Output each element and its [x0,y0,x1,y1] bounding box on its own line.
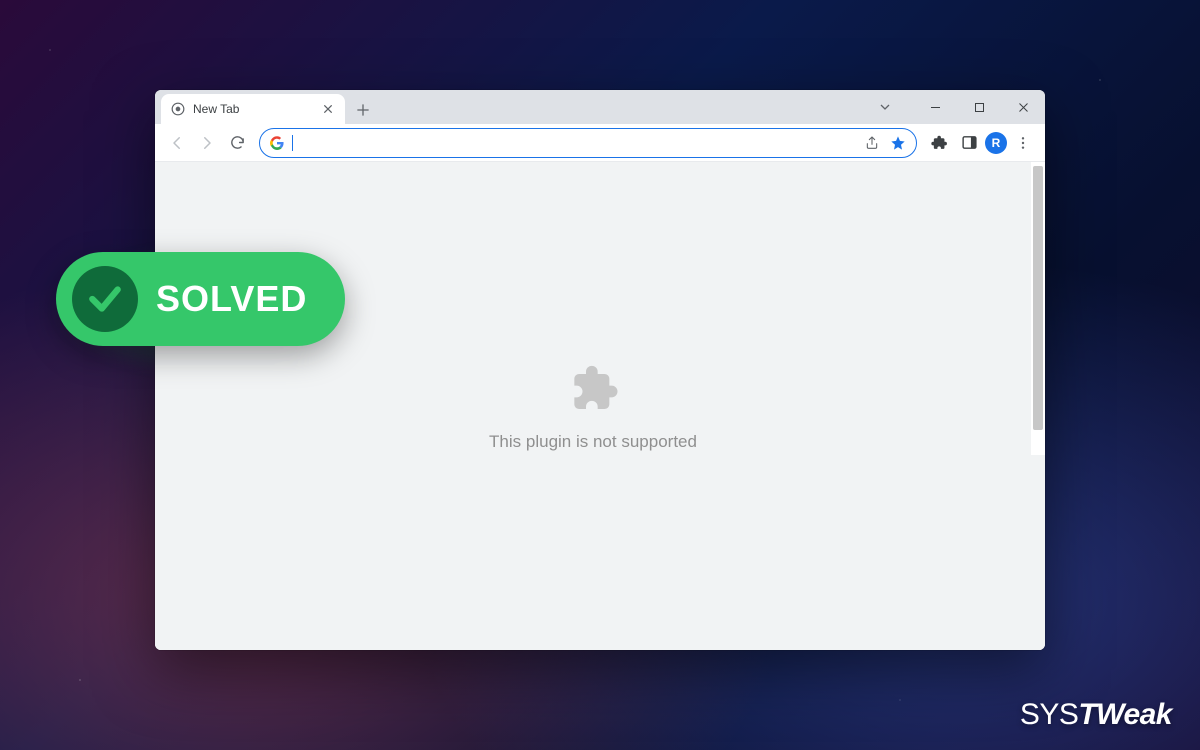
toolbar: R [155,124,1045,162]
forward-button[interactable] [193,129,221,157]
reload-button[interactable] [223,129,251,157]
minimize-button[interactable] [913,90,957,124]
maximize-button[interactable] [957,90,1001,124]
vertical-scrollbar[interactable]: ▲ [1031,162,1045,650]
watermark-part2: TWeak [1078,698,1172,731]
chrome-favicon-icon [171,102,185,116]
scroll-thumb[interactable] [1033,166,1043,430]
tab-search-chevron-icon[interactable] [879,101,913,113]
solved-label: SOLVED [156,278,307,320]
omnibox-actions [864,135,906,151]
chrome-window: New Tab [155,90,1045,650]
titlebar: New Tab [155,90,1045,124]
tab-new-tab[interactable]: New Tab [161,94,345,124]
address-input[interactable] [301,135,856,151]
watermark-part1: SYS [1020,698,1079,731]
profile-letter: R [992,136,1001,150]
close-tab-icon[interactable] [321,102,335,116]
text-cursor-icon [292,135,293,151]
plugin-error-text: This plugin is not supported [489,432,697,452]
share-icon[interactable] [864,135,880,151]
extensions-puzzle-icon[interactable] [925,129,953,157]
close-window-button[interactable] [1001,90,1045,124]
window-controls [879,90,1045,124]
new-tab-button[interactable] [349,96,377,124]
page-content: This plugin is not supported ▲ [155,162,1045,650]
tab-title: New Tab [193,102,313,116]
checkmark-circle-icon [72,266,138,332]
viewport: This plugin is not supported [155,162,1031,650]
profile-avatar[interactable]: R [985,132,1007,154]
address-bar[interactable] [259,128,917,158]
back-button[interactable] [163,129,191,157]
plugin-puzzle-icon [565,360,621,416]
solved-badge: SOLVED [56,252,345,346]
kebab-menu-icon[interactable] [1009,129,1037,157]
google-g-icon [270,136,284,150]
bookmark-star-icon[interactable] [890,135,906,151]
systweak-watermark: SYSTWeak [1020,698,1172,732]
side-panel-icon[interactable] [955,129,983,157]
